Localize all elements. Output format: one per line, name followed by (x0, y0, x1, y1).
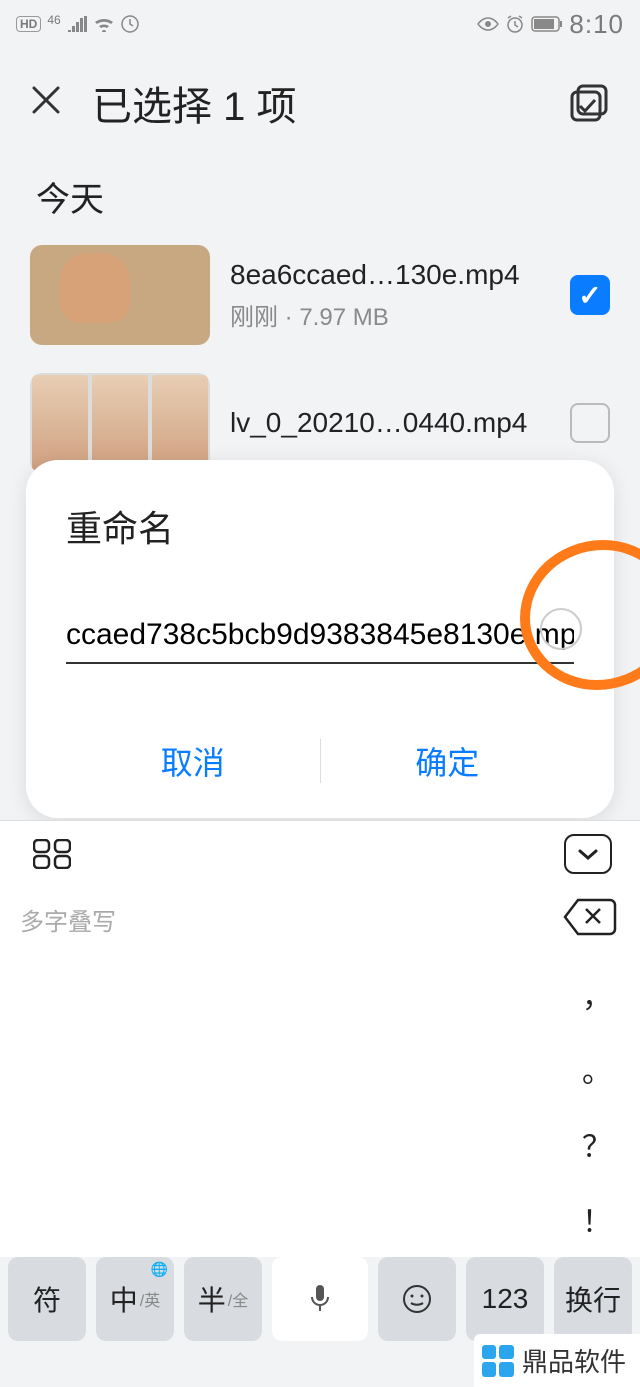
width-main: 半 (198, 1279, 226, 1319)
file-checkbox[interactable] (570, 403, 610, 443)
width-key[interactable]: 半/全 (184, 1257, 262, 1341)
status-bar: HD 46 8:10 (0, 0, 640, 44)
punctuation-column: ， 。 ？ ！ (554, 956, 640, 1257)
battery-icon (531, 16, 563, 32)
handwriting-hint: 多字叠写 (20, 902, 116, 937)
watermark-text: 鼎品软件 (522, 1342, 626, 1379)
selection-header: 已选择 1 项 (0, 44, 640, 152)
wifi-icon (93, 16, 115, 32)
keyboard-grid-icon[interactable] (28, 834, 76, 874)
handwriting-area[interactable]: 多字叠写 ， 。 ？ ！ (0, 886, 640, 1257)
cancel-button[interactable]: 取消 (66, 724, 320, 798)
symbol-key[interactable]: 符 (8, 1257, 86, 1341)
keyboard-collapse-icon[interactable] (564, 834, 612, 874)
file-name: lv_0_20210…0440.mp4 (230, 407, 550, 439)
video-thumbnail (30, 373, 210, 473)
number-key[interactable]: 123 (466, 1257, 544, 1341)
emoji-key[interactable] (378, 1257, 456, 1341)
lang-main: 中 (110, 1279, 138, 1319)
touch-icon (121, 15, 139, 33)
punct-key[interactable]: ？ (554, 1107, 640, 1182)
file-row[interactable]: 8ea6ccaed…130e.mp4 刚刚 · 7.97 MB (0, 231, 640, 359)
watermark-icon (482, 1345, 514, 1377)
dialog-title: 重命名 (66, 500, 574, 552)
hd-icon: HD (16, 16, 41, 32)
keyboard-bottom-row: 符 🌐 中/英 半/全 123 换行 (8, 1257, 632, 1341)
rename-input[interactable] (66, 612, 574, 664)
lang-sub: /英 (140, 1287, 160, 1311)
watermark: 鼎品软件 (474, 1334, 640, 1387)
globe-icon: 🌐 (151, 1261, 168, 1278)
punct-key[interactable]: ！ (554, 1182, 640, 1257)
eye-icon (477, 17, 499, 31)
close-icon[interactable] (30, 81, 62, 126)
file-name: 8ea6ccaed…130e.mp4 (230, 259, 550, 291)
status-time: 8:10 (569, 9, 624, 40)
rename-dialog: 重命名 取消 确定 (26, 460, 614, 818)
language-key[interactable]: 🌐 中/英 (96, 1257, 174, 1341)
file-meta: 刚刚 · 7.97 MB (230, 297, 550, 332)
confirm-button[interactable]: 确定 (321, 724, 575, 798)
punct-key[interactable]: ， (554, 956, 640, 1031)
enter-key[interactable]: 换行 (554, 1257, 632, 1341)
dialog-buttons: 取消 确定 (66, 724, 574, 798)
signal-icon (67, 16, 87, 32)
select-all-icon[interactable] (568, 82, 610, 124)
video-thumbnail (30, 245, 210, 345)
file-info: 8ea6ccaed…130e.mp4 刚刚 · 7.97 MB (230, 259, 550, 332)
file-info: lv_0_20210…0440.mp4 (230, 407, 550, 439)
alarm-icon (505, 14, 525, 34)
keyboard-toolbar (0, 820, 640, 886)
status-right: 8:10 (477, 9, 624, 40)
width-sub: /全 (228, 1287, 248, 1311)
clear-input-icon[interactable] (540, 608, 582, 650)
file-checkbox[interactable] (570, 275, 610, 315)
space-key[interactable] (272, 1257, 368, 1341)
lte-icon: 46 (47, 13, 60, 27)
backspace-icon[interactable] (562, 896, 618, 938)
section-today: 今天 (0, 152, 640, 231)
mic-icon (308, 1283, 332, 1315)
smile-icon (402, 1284, 432, 1314)
punct-key[interactable]: 。 (554, 1031, 640, 1106)
status-left: HD 46 (16, 15, 139, 33)
header-title: 已选择 1 项 (92, 74, 568, 132)
